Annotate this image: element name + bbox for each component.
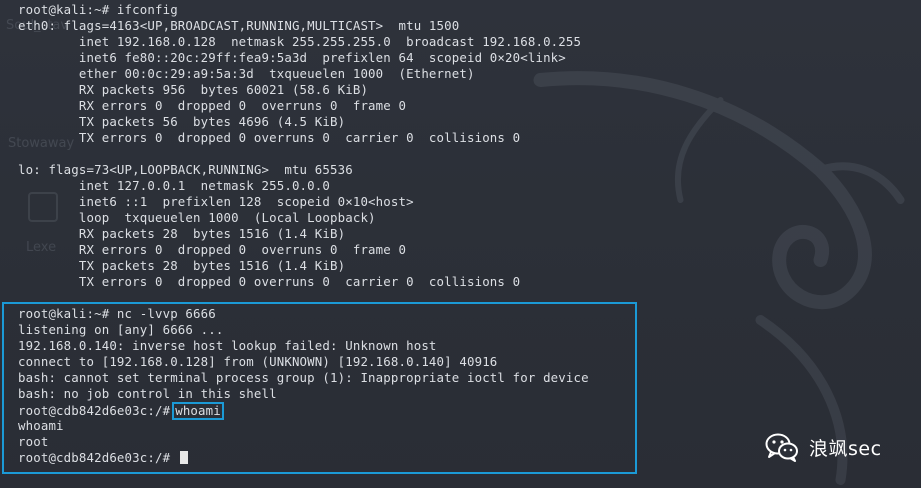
terminal-window[interactable]: Soul_stav Stowaway Lexe root@kali:~# ifc…	[0, 0, 921, 488]
terminal-line: ether 00:0c:29:a9:5a:3d txqueuelen 1000 …	[18, 66, 475, 81]
terminal-line: root@kali:~# nc -lvvp 6666	[18, 306, 216, 321]
shell-command-line: root@cdb842d6e03c:/# whoami	[18, 402, 589, 420]
final-prompt: root@cdb842d6e03c:/#	[18, 450, 171, 465]
netcat-session: root@kali:~# nc -lvvp 6666 listening on […	[18, 306, 589, 466]
terminal-line: 192.168.0.140: inverse host lookup faile…	[18, 338, 437, 353]
terminal-line: inet 127.0.0.1 netmask 255.0.0.0	[18, 178, 331, 193]
terminal-line: RX errors 0 dropped 0 overruns 0 frame 0	[18, 242, 407, 257]
terminal-line: TX packets 56 bytes 4696 (4.5 KiB)	[18, 114, 346, 129]
terminal-line: RX packets 956 bytes 60021 (58.6 KiB)	[18, 82, 369, 97]
shell-prompt: root@cdb842d6e03c:/#	[18, 403, 171, 418]
terminal-line: inet 192.168.0.128 netmask 255.255.255.0…	[18, 34, 582, 49]
terminal-line: loop txqueuelen 1000 (Local Loopback)	[18, 210, 376, 225]
terminal-line: TX errors 0 dropped 0 overruns 0 carrier…	[18, 274, 521, 289]
terminal-line: RX packets 28 bytes 1516 (1.4 KiB)	[18, 226, 346, 241]
final-prompt-line[interactable]: root@cdb842d6e03c:/#	[18, 450, 589, 466]
terminal-line: eth0: flags=4163<UP,BROADCAST,RUNNING,MU…	[18, 18, 460, 33]
watermark: 浪飒sec	[765, 430, 882, 464]
watermark-text: 浪飒sec	[809, 437, 882, 460]
whoami-command-highlight: whoami	[172, 402, 224, 420]
wechat-icon	[765, 433, 798, 462]
terminal-line: listening on [any] 6666 ...	[18, 322, 224, 337]
command-echo: whoami	[18, 418, 64, 433]
terminal-line: TX packets 28 bytes 1516 (1.4 KiB)	[18, 258, 346, 273]
terminal-line: connect to [192.168.0.128] from (UNKNOWN…	[18, 354, 498, 369]
terminal-line: bash: no job control in this shell	[18, 386, 277, 401]
terminal-line: lo: flags=73<UP,LOOPBACK,RUNNING> mtu 65…	[18, 162, 353, 177]
terminal-line: bash: cannot set terminal process group …	[18, 370, 589, 385]
terminal-line: TX errors 0 dropped 0 overruns 0 carrier…	[18, 130, 521, 145]
terminal-line: inet6 ::1 prefixlen 128 scopeid 0×10<hos…	[18, 194, 414, 209]
terminal-line: root@kali:~# ifconfig	[18, 2, 178, 17]
terminal-line: inet6 fe80::20c:29ff:fea9:5a3d prefixlen…	[18, 50, 566, 65]
command-result: root	[18, 434, 49, 449]
ifconfig-output: root@kali:~# ifconfig eth0: flags=4163<UP…	[18, 2, 581, 290]
terminal-line: RX errors 0 dropped 0 overruns 0 frame 0	[18, 98, 407, 113]
terminal-cursor	[179, 451, 188, 464]
